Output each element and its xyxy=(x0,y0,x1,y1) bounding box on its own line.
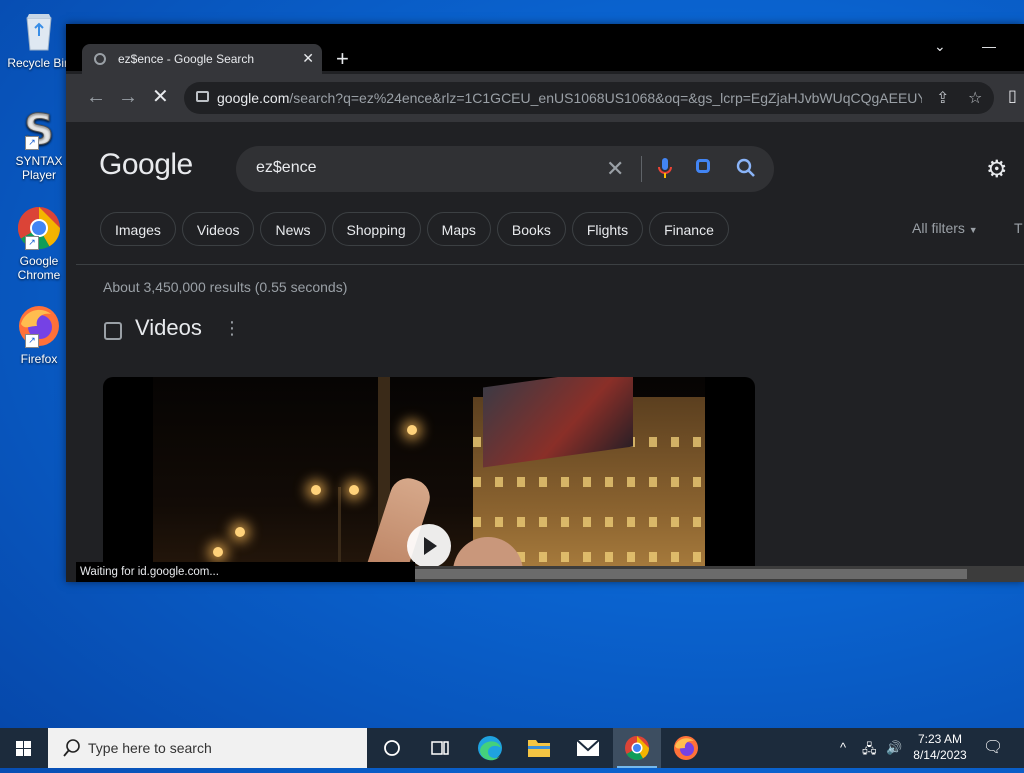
header-divider xyxy=(76,264,1024,265)
shortcut-arrow-icon: ↗ xyxy=(25,236,39,250)
notifications-icon[interactable]: 🗨 xyxy=(983,737,1003,757)
bookmark-star-icon[interactable]: ☆ xyxy=(968,88,982,108)
taskbar-file-explorer[interactable] xyxy=(515,728,563,768)
desktop-icon-label: Google Chrome xyxy=(17,254,61,282)
folder-icon xyxy=(528,740,550,757)
status-bar: Waiting for id.google.com... xyxy=(76,562,415,582)
search-divider xyxy=(641,156,642,182)
recycle-bin-icon xyxy=(17,8,61,52)
forward-button[interactable]: → xyxy=(118,86,138,108)
edge-icon xyxy=(478,736,502,761)
shortcut-arrow-icon: ↗ xyxy=(25,136,39,150)
taskbar-firefox[interactable] xyxy=(662,728,710,768)
task-view-icon xyxy=(431,741,449,755)
clock-date: 8/14/2023 xyxy=(913,748,967,762)
search-icon[interactable] xyxy=(736,158,756,183)
clear-icon[interactable]: ✕ xyxy=(606,156,624,182)
chip-flights[interactable]: Flights xyxy=(571,212,644,246)
url-path: /search?q=ez%24ence&rlz=1C1GCEU_enUS1068… xyxy=(289,90,922,106)
chip-shopping[interactable]: Shopping xyxy=(331,212,421,246)
search-input[interactable]: ez$ence xyxy=(256,159,317,177)
desktop-icon-google-chrome[interactable]: ↗ Google Chrome xyxy=(4,206,74,282)
shortcut-arrow-icon: ↗ xyxy=(25,334,39,348)
taskbar-search-placeholder: Type here to search xyxy=(88,740,212,756)
lock-icon xyxy=(196,91,209,102)
loading-favicon-icon xyxy=(94,53,106,65)
desktop-icon-label: Recycle Bin xyxy=(7,56,71,70)
chip-images[interactable]: Images xyxy=(100,212,176,246)
firefox-icon xyxy=(674,736,698,760)
search-results-page: Google ez$ence ✕ ⚙ Images Videos News Shopp… xyxy=(76,122,1024,582)
volume-icon[interactable]: 🔊 xyxy=(886,740,902,756)
browser-tab[interactable]: ez$ence - Google Search ✕ xyxy=(82,44,322,76)
firefox-icon: ↗ xyxy=(17,304,61,348)
video-section-icon xyxy=(104,322,122,340)
network-icon[interactable]: 🖧 xyxy=(862,740,877,762)
browser-window: ez$ence - Google Search ✕ + ⌄ — ← → ✕ go… xyxy=(66,24,1024,582)
chip-finance[interactable]: Finance xyxy=(649,212,729,246)
system-clock[interactable]: 7:23 AM 8/14/2023 xyxy=(908,731,972,763)
chip-news[interactable]: News xyxy=(260,212,326,246)
syntax-player-icon: S ↗ xyxy=(17,105,61,155)
clock-time: 7:23 AM xyxy=(917,732,963,746)
result-stats: About 3,450,000 results (0.55 seconds) xyxy=(103,279,348,295)
chip-books[interactable]: Books xyxy=(496,212,566,246)
desktop-icon-recycle-bin[interactable]: Recycle Bin xyxy=(4,8,74,70)
taskbar-mail[interactable] xyxy=(564,728,612,768)
stop-loading-button[interactable]: ✕ xyxy=(152,86,169,108)
search-filter-chips: Images Videos News Shopping Maps Books Flights… xyxy=(100,212,735,248)
windows-logo-icon xyxy=(16,741,31,756)
address-bar[interactable]: google.com/search?q=ez%24ence&rlz=1C1GCE… xyxy=(184,82,994,114)
video-thumbnail[interactable] xyxy=(103,377,755,582)
desktop-icon-syntax-player[interactable]: S ↗ SYNTAX Player xyxy=(4,105,74,183)
task-view-button[interactable] xyxy=(416,728,464,768)
tools-button[interactable]: T xyxy=(1014,220,1023,236)
share-icon[interactable]: ⇪ xyxy=(936,88,949,108)
settings-gear-icon[interactable]: ⚙ xyxy=(986,158,1008,182)
url-host: google.com xyxy=(217,90,290,106)
url-text: google.com/search?q=ez%24ence&rlz=1C1GCE… xyxy=(217,90,922,106)
tab-title: ez$ence - Google Search xyxy=(118,52,255,66)
chrome-icon: ↗ xyxy=(17,206,61,250)
close-tab-icon[interactable]: ✕ xyxy=(302,50,314,67)
chrome-icon xyxy=(625,736,649,761)
tab-search-icon[interactable]: ⌄ xyxy=(934,38,946,55)
taskbar: Type here to search ^ 🖧 🔊 7:23 AM 8/14/2… xyxy=(0,728,1024,768)
title-bar: ez$ence - Google Search ✕ + ⌄ — xyxy=(66,24,1024,76)
dropdown-arrow-icon: ▼ xyxy=(968,225,978,235)
taskbar-chrome[interactable] xyxy=(613,728,661,768)
cortana-button[interactable] xyxy=(368,728,416,768)
horizontal-scrollbar[interactable] xyxy=(415,566,1024,582)
browser-toolbar: ← → ✕ google.com/search?q=ez%24ence&rlz=… xyxy=(66,74,1024,122)
scrollbar-thumb[interactable] xyxy=(415,569,967,579)
search-box[interactable]: ez$ence ✕ xyxy=(236,146,774,192)
mail-icon xyxy=(576,739,600,756)
desktop-icon-label: SYNTAX Player xyxy=(15,154,63,182)
search-icon xyxy=(63,739,80,757)
all-filters-label: All filters xyxy=(912,220,965,236)
new-tab-button[interactable]: + xyxy=(336,46,349,72)
desktop-icon-firefox[interactable]: ↗ Firefox xyxy=(4,304,74,366)
minimize-button[interactable]: — xyxy=(982,38,996,54)
microphone-icon[interactable] xyxy=(658,158,672,185)
google-lens-icon[interactable] xyxy=(696,159,710,173)
show-hidden-icons-chevron-icon[interactable]: ^ xyxy=(840,740,846,755)
side-panel-icon[interactable]: ▯ xyxy=(1008,86,1017,108)
videos-heading: Videos xyxy=(135,315,202,340)
all-filters-button[interactable]: All filters ▼ xyxy=(912,220,978,236)
chip-videos[interactable]: Videos xyxy=(181,212,255,246)
google-logo[interactable]: Google xyxy=(99,148,193,182)
cortana-circle-icon xyxy=(384,740,400,756)
taskbar-edge[interactable] xyxy=(466,728,514,768)
desktop-icon-label: Firefox xyxy=(20,352,58,366)
taskbar-search-box[interactable]: Type here to search xyxy=(48,728,367,768)
back-button[interactable]: ← xyxy=(86,86,106,108)
start-button[interactable] xyxy=(0,728,48,768)
chip-maps[interactable]: Maps xyxy=(426,212,491,246)
more-options-icon[interactable]: ⋮ xyxy=(223,318,241,339)
